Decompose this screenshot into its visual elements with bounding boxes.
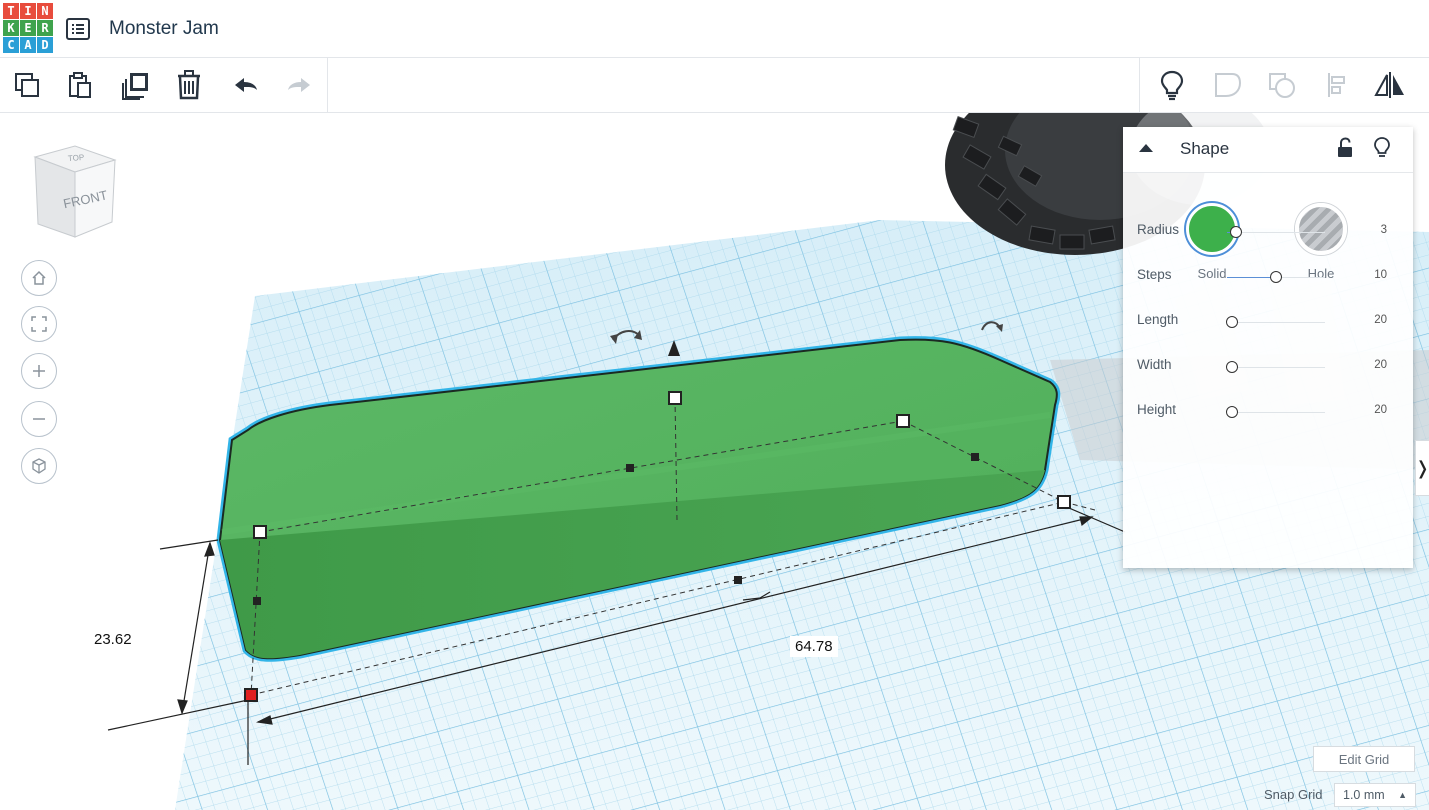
snap-grid-value: 1.0 mm: [1343, 788, 1385, 802]
edge-handle: [626, 464, 634, 472]
slider-knob[interactable]: [1226, 316, 1238, 328]
property-name: Width: [1137, 357, 1172, 372]
edge-handle: [971, 453, 979, 461]
property-name: Radius: [1137, 222, 1180, 237]
cube-top-label: TOP: [68, 153, 85, 163]
slider-track[interactable]: [1227, 412, 1325, 413]
snap-grid-label: Snap Grid: [1264, 787, 1323, 802]
shape-inspector-panel: Shape Solid Hole Radius 3 Steps 10 Length 20 W…: [1123, 127, 1413, 568]
ungroup-icon[interactable]: [1265, 68, 1299, 102]
property-row-height: Height 20: [1123, 397, 1413, 427]
logo-letter: E: [20, 20, 36, 36]
slider-track[interactable]: [1227, 322, 1325, 323]
ortho-view-icon[interactable]: [21, 448, 57, 484]
panel-header: Shape: [1123, 127, 1413, 173]
property-name: Length: [1137, 312, 1179, 327]
logo-letter: C: [3, 37, 19, 53]
lightbulb-icon[interactable]: [1373, 136, 1391, 160]
property-value[interactable]: 3: [1381, 224, 1387, 236]
duplicate-icon[interactable]: [119, 68, 153, 102]
slider-track[interactable]: [1227, 367, 1325, 368]
height-handle: [668, 391, 682, 405]
lightbulb-icon[interactable]: [1155, 68, 1189, 102]
project-title[interactable]: Monster Jam: [109, 18, 219, 40]
logo-letter: R: [37, 20, 53, 36]
undo-icon[interactable]: [229, 68, 263, 102]
paste-icon[interactable]: [63, 68, 97, 102]
view-cube[interactable]: TOP FRONT: [30, 142, 120, 246]
height-dimension-label[interactable]: 23.62: [89, 629, 137, 650]
toolbar-divider: [327, 58, 328, 113]
corner-handle: [896, 414, 910, 428]
property-value[interactable]: 10: [1374, 269, 1387, 281]
slider-knob[interactable]: [1226, 406, 1238, 418]
property-name: Height: [1137, 402, 1177, 417]
panel-title: Shape: [1180, 139, 1230, 158]
collapse-caret-icon[interactable]: [1138, 143, 1154, 153]
snap-grid-select[interactable]: 1.0 mm ▲: [1334, 783, 1416, 807]
slider-knob[interactable]: [1270, 271, 1282, 283]
delete-icon[interactable]: [172, 68, 206, 102]
property-row-width: Width 20: [1123, 352, 1413, 382]
logo-letter: N: [37, 3, 53, 19]
fit-view-icon[interactable]: [21, 306, 57, 342]
top-bar: TIN KER CAD Monster Jam: [0, 0, 1429, 58]
zoom-out-icon[interactable]: [21, 401, 57, 437]
property-value[interactable]: 20: [1374, 314, 1387, 326]
logo-letter: D: [37, 37, 53, 53]
property-value[interactable]: 20: [1374, 359, 1387, 371]
logo-letter: I: [20, 3, 36, 19]
slider-knob[interactable]: [1230, 226, 1242, 238]
property-row-steps: Steps 10: [1123, 262, 1413, 292]
align-icon[interactable]: [1320, 68, 1354, 102]
property-name: Steps: [1137, 267, 1172, 282]
list-icon[interactable]: [66, 18, 90, 40]
copy-icon[interactable]: [10, 68, 44, 102]
corner-handle: [253, 525, 267, 539]
corner-handle: [1057, 495, 1071, 509]
property-row-radius: Radius 3: [1123, 217, 1413, 247]
mirror-icon[interactable]: [1373, 68, 1407, 102]
edge-handle: [253, 597, 261, 605]
length-dimension-label[interactable]: 64.78: [790, 636, 838, 657]
group-icon[interactable]: [1210, 68, 1244, 102]
edge-handle: [734, 576, 742, 584]
logo-letter: T: [3, 3, 19, 19]
tinkercad-logo[interactable]: TIN KER CAD: [3, 3, 53, 55]
slider-knob[interactable]: [1226, 361, 1238, 373]
slider-fill: [1227, 277, 1271, 278]
redo-icon[interactable]: [282, 68, 316, 102]
property-row-length: Length 20: [1123, 307, 1413, 337]
property-value[interactable]: 20: [1374, 404, 1387, 416]
logo-letter: K: [3, 20, 19, 36]
edit-grid-button[interactable]: Edit Grid: [1313, 746, 1415, 772]
home-icon[interactable]: [21, 260, 57, 296]
edit-toolbar: [0, 58, 1429, 113]
corner-handle-active: [244, 688, 258, 702]
logo-letter: A: [20, 37, 36, 53]
unlock-icon[interactable]: [1337, 137, 1353, 159]
toolbar-divider: [1139, 58, 1140, 113]
caret-up-icon: ▲: [1398, 790, 1407, 800]
expand-panel-chevron-icon[interactable]: ❭: [1415, 440, 1429, 496]
zoom-in-icon[interactable]: [21, 353, 57, 389]
